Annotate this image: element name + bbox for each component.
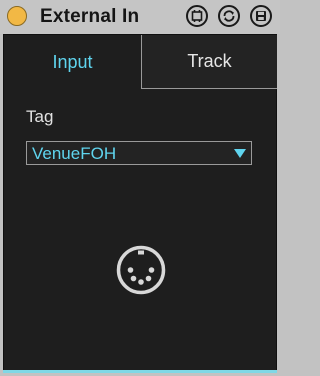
hot-swap-icon — [191, 10, 203, 22]
window-title: External In — [40, 6, 140, 27]
tag-select-value: VenueFOH — [32, 144, 117, 163]
refresh-button[interactable] — [218, 5, 240, 27]
dropdown-triangle-icon — [234, 149, 246, 158]
fold-dot-icon[interactable] — [7, 6, 27, 26]
bottom-accent-strip — [3, 370, 277, 373]
save-icon — [256, 11, 266, 21]
tab-track[interactable]: Track — [141, 35, 277, 89]
refresh-icon — [223, 10, 235, 22]
tag-select[interactable]: VenueFOH — [26, 141, 252, 165]
tab-input[interactable]: Input — [4, 35, 141, 89]
tag-label: Tag — [26, 107, 54, 126]
title-bar: External In — [0, 0, 280, 34]
save-button[interactable] — [250, 5, 272, 27]
hot-swap-button[interactable] — [186, 5, 208, 27]
midi-din-connector-icon — [116, 245, 166, 295]
device-panel: Input Track Tag VenueFOH — [3, 34, 277, 372]
